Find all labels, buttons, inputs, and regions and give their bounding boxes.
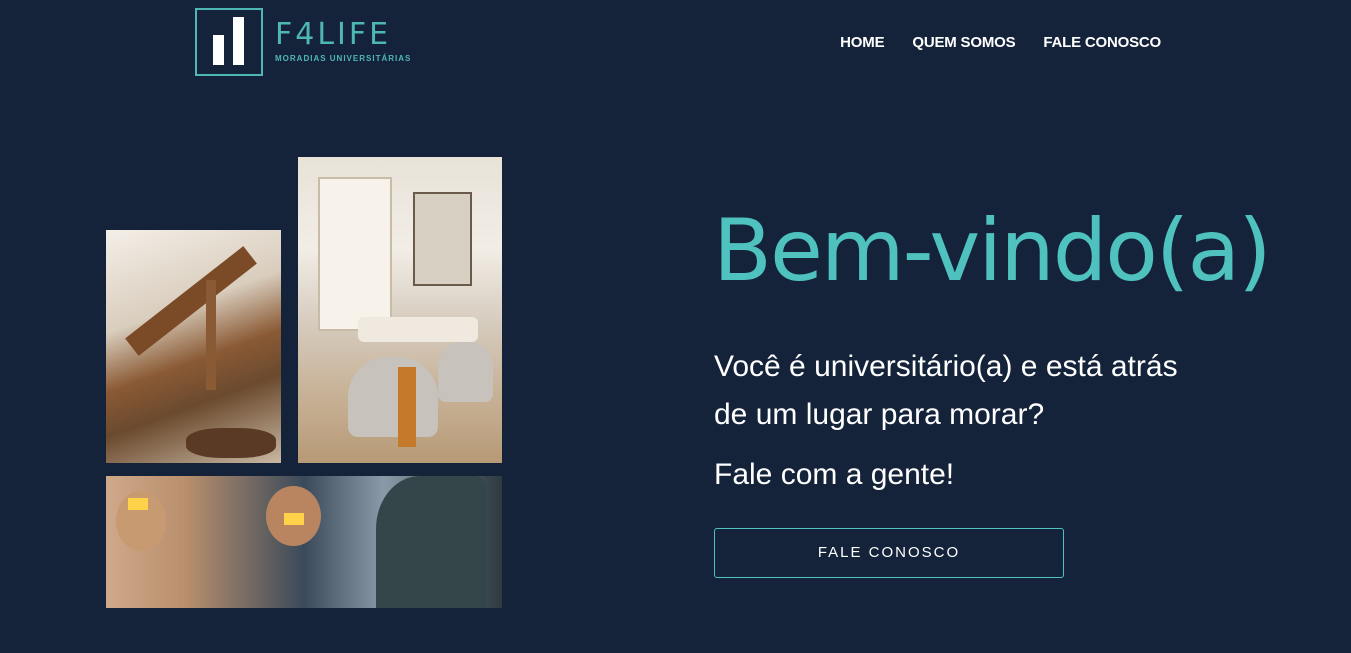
hero-text: Você é universitário(a) e está atrás de …	[714, 350, 1178, 431]
photo-modern-lounge	[298, 157, 502, 463]
photo-loft-living-room	[106, 230, 281, 463]
hero-cta-text: Fale com a gente!	[714, 458, 955, 491]
nav-home[interactable]: HOME	[840, 34, 884, 51]
hero-title: Bem-vindo(a)	[713, 201, 1272, 301]
nav-quem-somos[interactable]: QUEM SOMOS	[912, 34, 1015, 51]
fale-conosco-button[interactable]: FALE CONOSCO	[714, 528, 1064, 578]
logo[interactable]: F4LIFE MORADIAS UNIVERSITÁRIAS	[195, 8, 411, 76]
logo-subtitle: MORADIAS UNIVERSITÁRIAS	[275, 54, 412, 63]
nav-fale-conosco[interactable]: FALE CONOSCO	[1043, 34, 1161, 51]
main-nav: HOME QUEM SOMOS FALE CONOSCO	[840, 34, 1161, 51]
logo-title: F4LIFE	[275, 17, 392, 52]
logo-mark-icon	[195, 8, 263, 76]
photo-friends-playing	[106, 476, 502, 608]
